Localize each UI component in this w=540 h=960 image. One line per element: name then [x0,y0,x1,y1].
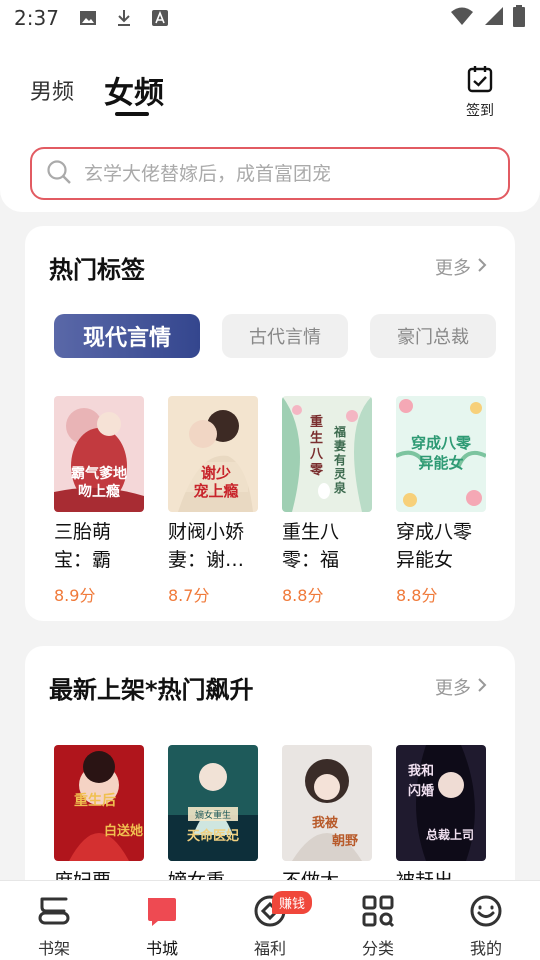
battery-icon [512,4,526,32]
chevron-right-icon [477,677,487,698]
book-cover: 嫡女重生 天命医妃 [168,745,258,861]
book-row: 霸气爹地 吻上瘾 三胎萌宝：霸气… 8.9分 谢少 宠上瘾 财阀小娇妻：谢… 8… [54,396,486,606]
svg-text:宠上瘾: 宠上瘾 [193,482,238,500]
svg-text:我和: 我和 [408,763,434,779]
svg-text:总裁上司: 总裁上司 [426,827,474,842]
book-item[interactable]: 重 生 八 零 福 妻 有 灵 泉 重生八零：福妻… 8.8分 [282,396,372,606]
tag-chip-modern-romance[interactable]: 现代言情 [54,314,200,358]
tab-label: 书架 [37,939,70,958]
hot-tags-section: 热门标签 更多 现代言情 古代言情 豪门总裁 霸气爹地 吻上瘾 三胎萌宝：霸气…… [25,226,515,621]
book-title: 财阀小娇妻：谢… [168,521,245,571]
a-icon [149,7,171,29]
book-title: 重生八零：福妻… [282,521,340,571]
tag-chip-ancient-romance[interactable]: 古代言情 [222,314,348,358]
tab-category[interactable]: 分类 [324,881,432,960]
book-score: 8.9分 [54,586,96,605]
wifi-icon [450,6,474,31]
svg-text:妻: 妻 [334,438,346,453]
more-link[interactable]: 更多 [435,674,487,700]
category-grid-icon [362,895,395,928]
book-score: 8.8分 [396,586,438,605]
book-cover: 穿成八零 异能女 [396,396,486,512]
book-score: 8.7分 [168,586,210,605]
svg-text:穿成八零: 穿成八零 [411,434,472,452]
status-bar: 2:37 [0,0,540,36]
tab-bookshelf[interactable]: 书架 [0,881,108,960]
book-cover: 谢少 宠上瘾 [168,396,258,512]
tab-welfare[interactable]: 赚钱 福利 [216,881,324,960]
svg-text:嫡女重生: 嫡女重生 [195,809,231,821]
image-icon [77,7,99,29]
book-item[interactable]: 谢少 宠上瘾 财阀小娇妻：谢… 8.7分 [168,396,258,606]
svg-text:重: 重 [310,414,323,430]
download-icon [113,7,135,29]
tab-label: 我的 [469,939,502,958]
calendar-check-icon [466,66,494,98]
more-label: 更多 [435,258,471,279]
svg-text:福: 福 [333,424,346,439]
book-item[interactable]: 霸气爹地 吻上瘾 三胎萌宝：霸气… 8.9分 [54,396,144,606]
header: 男频 女频 签到 [0,36,540,212]
book-cover: 霸气爹地 吻上瘾 [54,396,144,512]
book-cover: 我被 朝野 [282,745,372,861]
book-cover: 我和 闪婚 总裁上司 [396,745,486,861]
svg-text:重生后: 重生后 [74,792,116,809]
svg-text:谢少: 谢少 [201,464,231,482]
tab-female[interactable]: 女频 [104,68,164,112]
chevron-right-icon [477,257,487,278]
tab-label: 福利 [253,939,286,958]
bookshelf-icon [38,897,70,925]
svg-text:异能女: 异能女 [418,454,463,472]
svg-text:吻上瘾: 吻上瘾 [78,483,120,500]
earn-badge: 赚钱 [272,891,313,914]
tab-bookstore[interactable]: 书城 [108,881,216,960]
tag-chip-wealthy-ceo[interactable]: 豪门总裁 [370,314,496,358]
book-title: 穿成八零异能女 [396,521,473,571]
signin-button[interactable]: 签到 [460,64,500,120]
svg-text:泉: 泉 [334,480,347,495]
svg-text:闪婚: 闪婚 [408,783,434,799]
signal-icon [482,6,504,31]
svg-text:天命医妃: 天命医妃 [187,828,239,844]
svg-text:灵: 灵 [334,466,347,481]
more-link[interactable]: 更多 [435,254,487,280]
tab-male[interactable]: 男频 [30,74,74,106]
svg-text:有: 有 [334,452,346,467]
svg-text:朝野: 朝野 [332,833,358,849]
search-input[interactable] [84,162,484,185]
tab-profile[interactable]: 我的 [432,881,540,960]
more-label: 更多 [435,678,471,699]
book-title: 三胎萌宝：霸气… [54,521,112,571]
book-cover: 重生后 白送她 [54,745,144,861]
svg-text:生: 生 [310,430,323,446]
svg-text:白送她: 白送她 [104,823,143,839]
tag-list: 现代言情 古代言情 豪门总裁 [54,314,496,358]
section-title: 热门标签 [49,256,145,284]
signin-label: 签到 [466,103,494,119]
tab-label: 分类 [361,939,394,958]
search-icon [46,159,72,189]
profile-smile-icon [470,895,502,927]
search-bar[interactable] [30,147,510,200]
section-title: 最新上架*热门飙升 [49,676,254,704]
book-item[interactable]: 穿成八零 异能女 穿成八零异能女 8.8分 [396,396,486,606]
active-tab-indicator [115,112,149,116]
status-time: 2:37 [14,6,59,30]
svg-text:八: 八 [309,447,324,462]
book-cover: 重 生 八 零 福 妻 有 灵 泉 [282,396,372,512]
bottom-tab-bar: 书架 书城 赚钱 福利 分类 我的 [0,880,540,960]
bookstore-icon [148,898,176,926]
book-score: 8.8分 [282,586,324,605]
svg-text:零: 零 [309,463,324,478]
tab-label: 书城 [145,939,178,958]
svg-text:霸气爹地: 霸气爹地 [71,465,127,482]
svg-text:我被: 我被 [312,815,339,831]
